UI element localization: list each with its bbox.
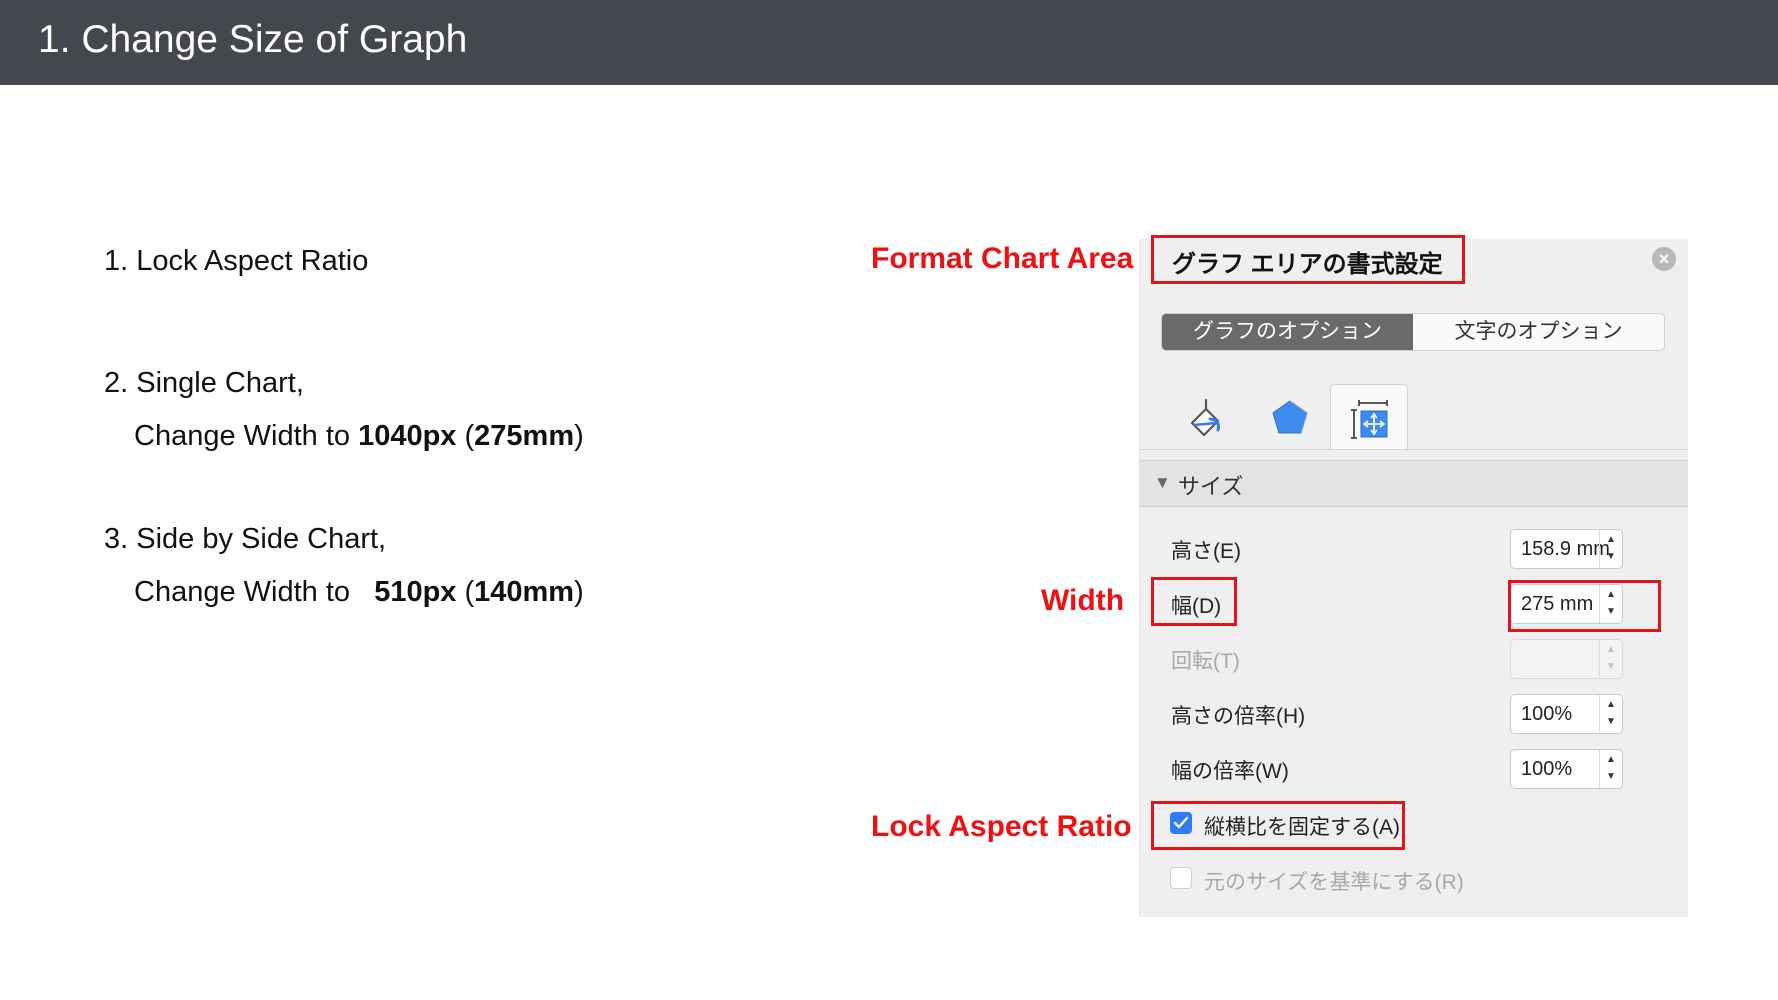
slide-header: 1. Change Size of Graph <box>0 0 1778 85</box>
step-1: 1. Lock Aspect Ratio <box>104 245 369 277</box>
annotation-width: Width <box>1041 584 1125 617</box>
tab-size-properties[interactable] <box>1330 384 1408 450</box>
step-2-px: 1040px <box>358 420 457 452</box>
step-2-mm: 275mm <box>474 420 575 452</box>
stepper-down-icon[interactable]: ▼ <box>1600 772 1622 782</box>
scale-width-input[interactable]: 100% ▲ ▼ <box>1510 749 1623 789</box>
relative-original-label: 元のサイズを基準にする(R) <box>1204 871 1464 894</box>
size-section-header[interactable]: ▼ サイズ <box>1140 460 1688 507</box>
tab-effects[interactable] <box>1250 384 1328 450</box>
options-segmented-control: グラフのオプション 文字のオプション <box>1161 313 1665 351</box>
height-stepper[interactable]: ▲ ▼ <box>1599 530 1622 568</box>
rotation-input: ▲ ▼ <box>1510 639 1623 679</box>
height-input[interactable]: 158.9 mm ▲ ▼ <box>1510 529 1623 569</box>
size-section-label: サイズ <box>1178 474 1244 499</box>
close-icon[interactable]: × <box>1652 247 1676 271</box>
highlight-width-input <box>1508 580 1661 632</box>
relative-original-checkbox <box>1170 867 1192 889</box>
step-2-prefix: Change Width to <box>134 420 359 452</box>
slide-title: 1. Change Size of Graph <box>38 18 468 61</box>
stepper-down-icon[interactable]: ▼ <box>1600 552 1622 562</box>
scale-width-stepper[interactable]: ▲ ▼ <box>1599 750 1622 788</box>
step-2-line1: 2. Single Chart, <box>104 367 304 399</box>
disclosure-triangle-icon: ▼ <box>1154 473 1171 492</box>
scale-height-input[interactable]: 100% ▲ ▼ <box>1510 694 1623 734</box>
step-3-line1: 3. Side by Side Chart, <box>104 523 387 555</box>
height-label: 高さ(E) <box>1171 540 1241 563</box>
stepper-down-icon: ▼ <box>1606 661 1616 672</box>
stepper-up-icon: ▲ <box>1606 644 1616 655</box>
height-value: 158.9 mm <box>1521 538 1610 560</box>
pentagon-icon <box>1272 400 1308 434</box>
step-3-line2: Change Width to 510px (140mm) <box>134 576 584 608</box>
annotation-format-chart-area: Format Chart Area <box>871 242 1134 275</box>
scale-height-stepper[interactable]: ▲ ▼ <box>1599 695 1622 733</box>
stepper-down-icon[interactable]: ▼ <box>1600 717 1622 727</box>
paint-bucket-icon <box>1190 398 1220 437</box>
scale-height-label: 高さの倍率(H) <box>1171 705 1306 728</box>
scale-width-label: 幅の倍率(W) <box>1171 760 1289 783</box>
tab-text-options[interactable]: 文字のオプション <box>1413 314 1664 350</box>
scale-height-value: 100% <box>1521 703 1573 725</box>
stepper-up-icon[interactable]: ▲ <box>1600 755 1622 765</box>
annotation-lock-aspect-ratio: Lock Aspect Ratio <box>871 810 1132 843</box>
step-3-px: 510px <box>374 576 457 608</box>
highlight-panel-title <box>1151 235 1465 284</box>
highlight-width-label <box>1151 577 1237 626</box>
tab-chart-options[interactable]: グラフのオプション <box>1162 314 1413 350</box>
stepper-up-icon[interactable]: ▲ <box>1600 535 1622 545</box>
tab-fill-line[interactable] <box>1167 384 1245 450</box>
size-properties-icon <box>1351 400 1388 439</box>
rotation-stepper: ▲ ▼ <box>1599 640 1622 678</box>
rotation-label: 回転(T) <box>1171 650 1240 673</box>
step-2-line2: Change Width to 1040px (275mm) <box>134 420 584 452</box>
highlight-lock-aspect <box>1151 801 1405 850</box>
step-3-mm: 140mm <box>474 576 575 608</box>
step-3-prefix: Change Width to <box>134 576 351 608</box>
stepper-up-icon[interactable]: ▲ <box>1600 700 1622 710</box>
scale-width-value: 100% <box>1521 758 1573 780</box>
tab-divider <box>1140 449 1688 450</box>
